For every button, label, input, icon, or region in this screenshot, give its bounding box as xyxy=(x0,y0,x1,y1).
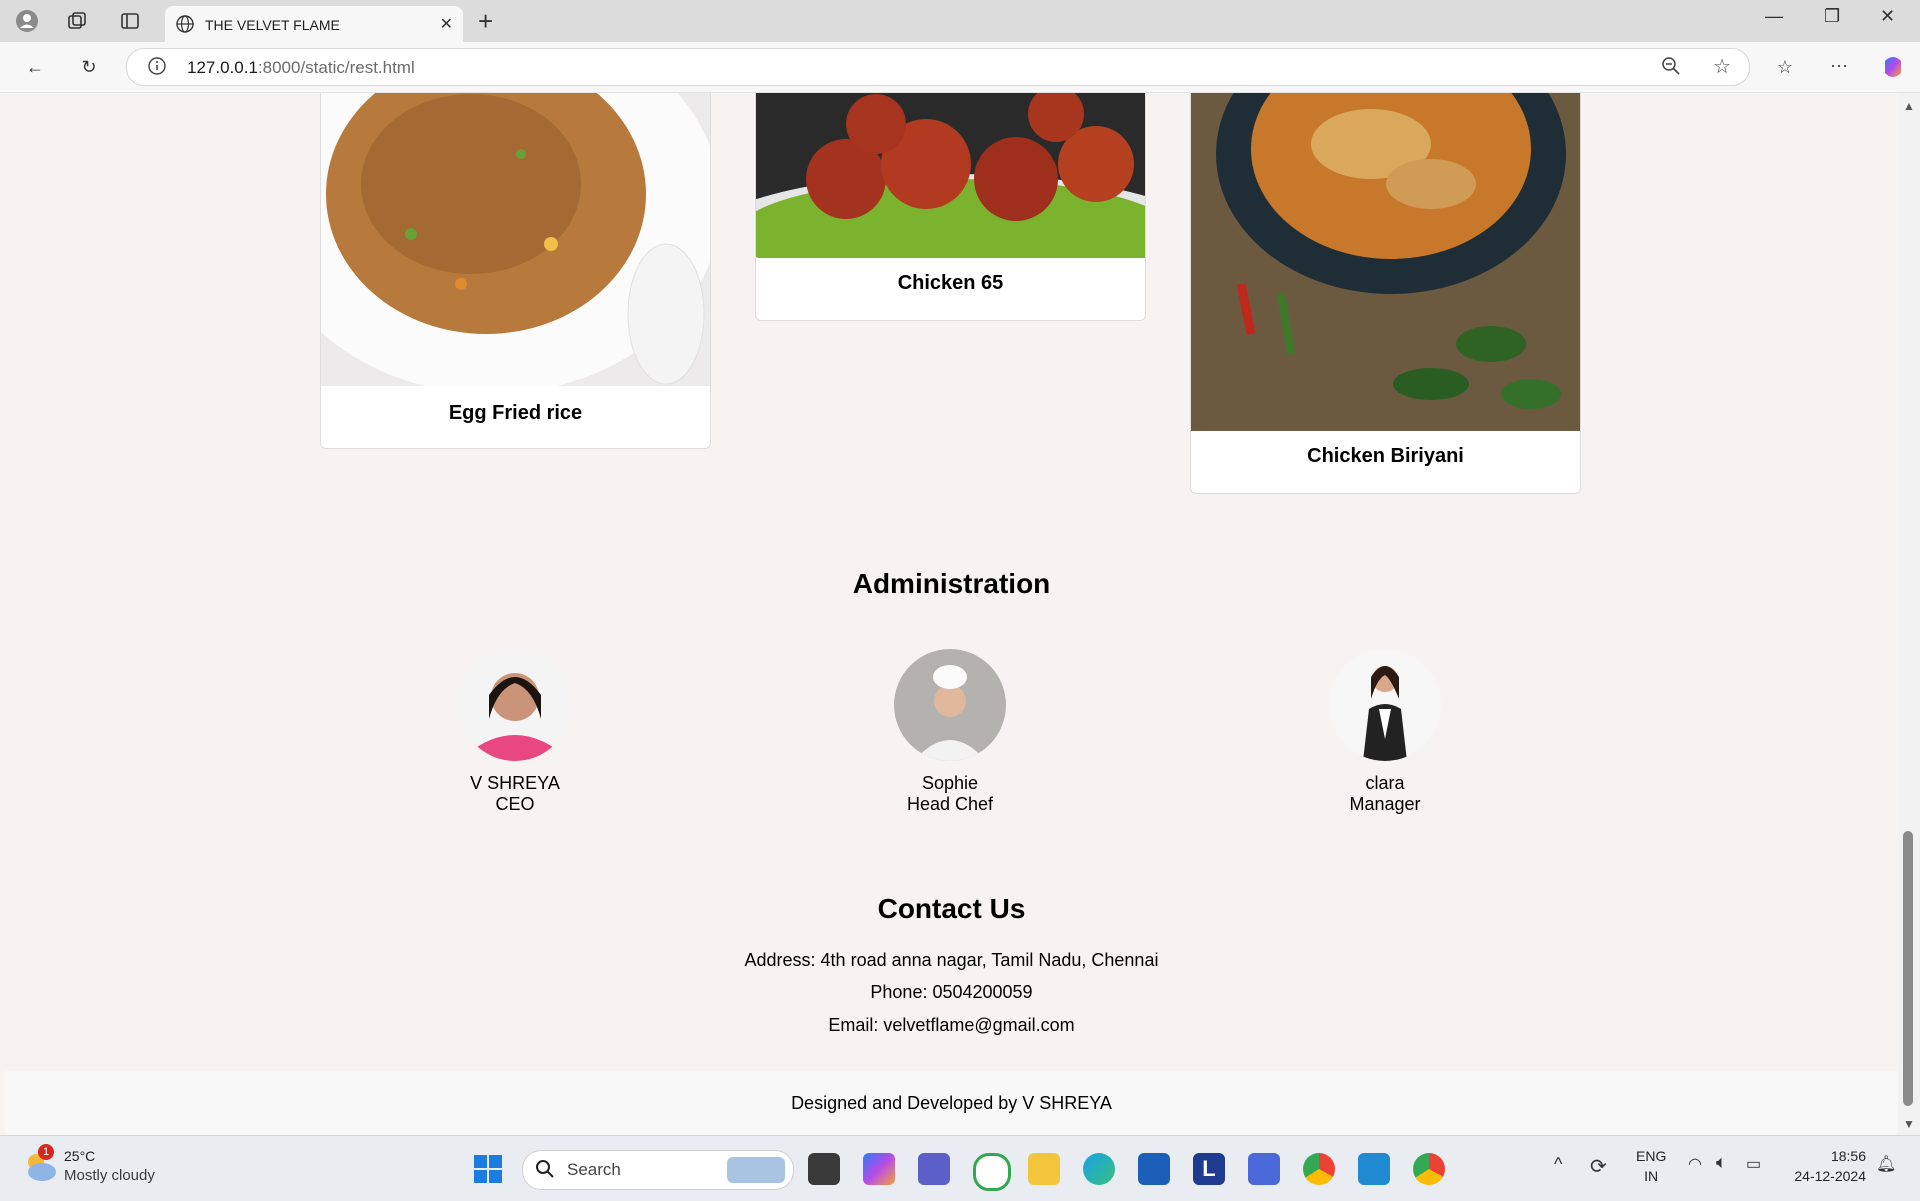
notification-bell-icon[interactable]: 🔔︎ xyxy=(1876,1154,1896,1174)
dish-name: Egg Fried rice xyxy=(448,402,583,424)
admin-member: clara Manager xyxy=(1285,649,1485,815)
new-tab-icon[interactable]: + xyxy=(478,6,493,37)
weather-badge: 1 xyxy=(38,1144,54,1160)
site-info-icon[interactable] xyxy=(147,56,167,81)
vertical-scrollbar[interactable]: ▲ ▼ xyxy=(1898,93,1920,1135)
chicken-biriyani-image xyxy=(1191,93,1580,431)
windows-taskbar: 1 25°C Mostly cloudy Search L ^ ⟳ ENG IN… xyxy=(0,1135,1920,1201)
clock[interactable]: 18:56 24-12-2024 xyxy=(1784,1146,1866,1186)
edge-icon[interactable] xyxy=(1083,1153,1115,1185)
wifi-icon[interactable]: ◠ xyxy=(1688,1154,1702,1174)
contact-phone: Phone: 0504200059 xyxy=(870,982,1033,1002)
egg-fried-rice-image xyxy=(321,93,710,386)
task-view-icon[interactable] xyxy=(808,1153,840,1185)
battery-icon[interactable]: ▭ xyxy=(1746,1154,1761,1174)
chicken-65-image xyxy=(756,93,1145,258)
language-indicator[interactable]: ENG IN xyxy=(1636,1146,1666,1186)
scroll-down-icon[interactable]: ▼ xyxy=(1903,1117,1915,1131)
restore-icon[interactable]: ❐ xyxy=(1824,6,1840,27)
admin-role: CEO xyxy=(495,794,535,814)
dish-name: Chicken Biriyani xyxy=(1307,445,1464,467)
lang-bottom: IN xyxy=(1644,1168,1659,1184)
contact-address: Address: 4th road anna nagar, Tamil Nadu… xyxy=(744,950,1159,970)
weather-widget[interactable]: 1 25°C Mostly cloudy xyxy=(22,1144,155,1189)
avatar xyxy=(1329,649,1441,761)
page-footer: Designed and Developed by V SHREYA xyxy=(5,1071,1898,1135)
chrome-icon[interactable] xyxy=(1413,1153,1445,1185)
temperature: 25°C xyxy=(64,1148,96,1164)
sync-icon[interactable]: ⟳ xyxy=(1590,1154,1607,1179)
favorite-star-icon[interactable]: ☆ xyxy=(1713,54,1731,79)
taskbar-search[interactable]: Search xyxy=(522,1150,794,1190)
teams-icon[interactable] xyxy=(918,1153,950,1185)
arc-app-icon[interactable] xyxy=(1248,1153,1280,1185)
admin-role: Head Chef xyxy=(906,794,994,814)
l-app-icon[interactable]: L xyxy=(1193,1153,1225,1185)
weather-text: Mostly cloudy xyxy=(64,1167,155,1184)
address-bar[interactable]: 127.0.0.1:8000/static/rest.html ☆ xyxy=(126,48,1750,86)
volume-icon[interactable]: 🔈︎ xyxy=(1716,1152,1727,1173)
vscode-icon[interactable] xyxy=(1358,1153,1390,1185)
page-viewport: Egg Fried rice Chicken 65 Chicken Biriya xyxy=(5,93,1898,1135)
start-icon[interactable] xyxy=(472,1153,504,1185)
dish-card[interactable]: Egg Fried rice xyxy=(320,93,711,449)
dish-card[interactable]: Chicken 65 xyxy=(755,93,1146,321)
file-explorer-icon[interactable] xyxy=(1028,1153,1060,1185)
tab-title: THE VELVET FLAME xyxy=(205,17,340,33)
copilot-icon[interactable] xyxy=(1880,54,1906,80)
dish-name: Chicken 65 xyxy=(897,272,1004,294)
close-tab-icon[interactable]: ✕ xyxy=(440,14,453,34)
admin-name: Sophie xyxy=(921,773,979,793)
vertical-tabs-icon[interactable] xyxy=(117,8,143,34)
back-icon[interactable]: ← xyxy=(22,54,48,80)
url-text: 127.0.0.1:8000/static/rest.html xyxy=(187,58,415,77)
profile-icon[interactable] xyxy=(14,8,40,34)
contact-email: Email: velvetflame@gmail.com xyxy=(828,1015,1075,1035)
admin-name: clara xyxy=(1365,773,1405,793)
search-icon xyxy=(535,1159,555,1184)
zoom-icon[interactable] xyxy=(1661,56,1681,81)
search-label: Search xyxy=(567,1160,621,1179)
more-menu-icon[interactable]: ··· xyxy=(1826,52,1852,78)
chrome-icon[interactable] xyxy=(1303,1153,1335,1185)
refresh-icon[interactable]: ↻ xyxy=(76,54,102,80)
scroll-up-icon[interactable]: ▲ xyxy=(1903,99,1915,113)
admin-member: V SHREYA CEO xyxy=(415,649,615,815)
admin-name: V SHREYA xyxy=(470,773,560,793)
close-window-icon[interactable]: ✕ xyxy=(1880,6,1895,27)
administration-heading: Administration xyxy=(852,568,1051,599)
avatar xyxy=(459,649,571,761)
workspaces-icon[interactable] xyxy=(64,8,90,34)
sync-app-icon[interactable] xyxy=(973,1153,1011,1191)
contact-heading: Contact Us xyxy=(877,893,1026,924)
lang-top: ENG xyxy=(1636,1148,1667,1164)
browser-toolbar: ← ↻ 127.0.0.1:8000/static/rest.html ☆ ☆ … xyxy=(0,42,1920,93)
chevron-up-icon[interactable]: ^ xyxy=(1554,1154,1562,1175)
admin-member: Sophie Head Chef xyxy=(850,649,1050,815)
scroll-thumb[interactable] xyxy=(1903,831,1913,1106)
globe-icon xyxy=(175,14,195,39)
clock-time: 18:56 xyxy=(1830,1148,1866,1164)
minimize-icon[interactable]: — xyxy=(1765,6,1783,27)
clock-date: 24-12-2024 xyxy=(1794,1168,1866,1184)
search-highlight-icon xyxy=(727,1157,785,1183)
favorites-icon[interactable]: ☆ xyxy=(1772,54,1798,80)
admin-role: Manager xyxy=(1349,794,1421,814)
browser-tab-bar: THE VELVET FLAME ✕ + — ❐ ✕ xyxy=(0,0,1920,42)
dish-card[interactable]: Chicken Biriyani xyxy=(1190,93,1581,494)
active-tab[interactable]: THE VELVET FLAME ✕ xyxy=(165,6,463,42)
copilot-app-icon[interactable] xyxy=(863,1153,895,1185)
store-icon[interactable] xyxy=(1138,1153,1170,1185)
avatar xyxy=(894,649,1006,761)
